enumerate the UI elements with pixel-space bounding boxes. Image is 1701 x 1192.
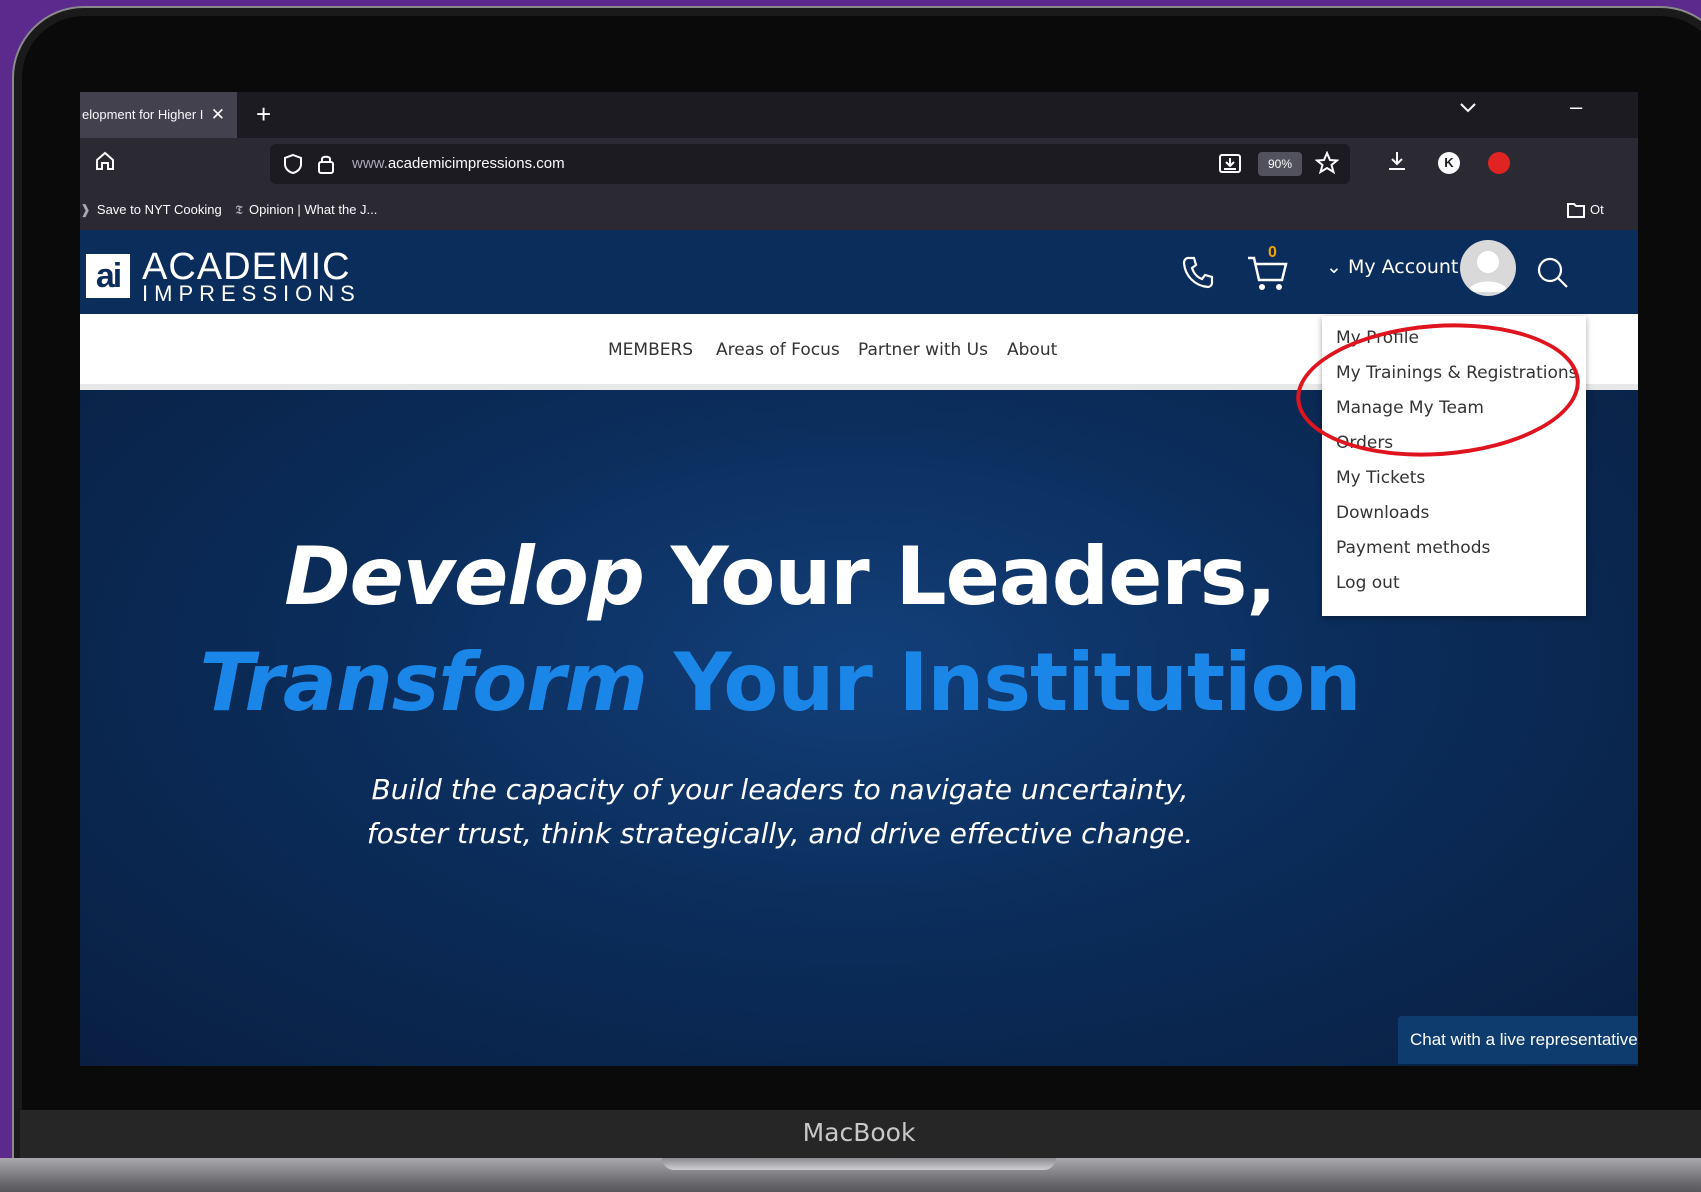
menu-item-log-out[interactable]: Log out — [1336, 573, 1400, 593]
hero-headline-1: Develop Your Leaders, — [284, 530, 1277, 623]
tab-title: elopment for Higher I — [82, 107, 204, 122]
nav-members[interactable]: MEMBERS — [608, 340, 693, 360]
extension-icon[interactable] — [1488, 152, 1510, 174]
logo-line2: IMPRESSIONS — [142, 281, 361, 306]
download-icon[interactable] — [1386, 150, 1408, 177]
bookmark-item[interactable]: 𝕿 Opinion | What the J... — [235, 190, 377, 230]
tab-close-icon[interactable]: ✕ — [211, 92, 225, 138]
screen: elopment for Higher I ✕ + – www.academic… — [80, 92, 1638, 1066]
logo[interactable]: ACADEMIC IMPRESSIONS — [142, 246, 361, 306]
new-tab-button[interactable]: + — [256, 96, 271, 132]
nav-about[interactable]: About — [1007, 340, 1057, 360]
logo-line1: ACADEMIC — [142, 246, 351, 288]
folder-icon[interactable] — [1566, 201, 1586, 224]
phone-icon[interactable] — [1180, 254, 1216, 295]
search-icon[interactable] — [1536, 256, 1570, 295]
star-icon[interactable] — [1314, 150, 1340, 180]
laptop-notch — [662, 1158, 1056, 1170]
chevron-down-icon[interactable] — [1458, 98, 1478, 119]
menu-item-downloads[interactable]: Downloads — [1336, 503, 1429, 523]
home-icon[interactable] — [94, 150, 120, 176]
profile-avatar[interactable]: K — [1438, 152, 1460, 174]
chevron-down-icon: ⌄ — [1326, 256, 1348, 278]
lock-icon[interactable] — [316, 153, 336, 180]
my-account-menu[interactable]: ⌄ My Account — [1326, 256, 1458, 278]
save-page-icon[interactable] — [1218, 152, 1242, 179]
browser-tab[interactable]: elopment for Higher I ✕ — [80, 92, 237, 138]
nav-partner-with-us[interactable]: Partner with Us — [858, 340, 988, 360]
hero-headline-2: Transform Your Institution — [199, 636, 1362, 729]
menu-item-my-tickets[interactable]: My Tickets — [1336, 468, 1425, 488]
hero-subtitle: Build the capacity of your leaders to na… — [366, 773, 1194, 850]
other-bookmarks[interactable]: Ot — [1590, 190, 1604, 230]
logo-mark[interactable]: ai — [86, 254, 130, 298]
zoom-level[interactable]: 90% — [1258, 152, 1302, 176]
device-label: MacBook — [802, 1118, 916, 1147]
tab-bar: elopment for Higher I ✕ + – — [80, 92, 1638, 138]
nav-areas-of-focus[interactable]: Areas of Focus — [716, 340, 840, 360]
site-header: ai ACADEMIC IMPRESSIONS 0 ⌄ My Account — [80, 230, 1638, 314]
user-icon[interactable] — [1460, 240, 1516, 296]
shield-icon[interactable] — [282, 153, 304, 180]
url-text[interactable]: www.academicimpressions.com — [352, 144, 565, 184]
live-chat-button[interactable]: Chat with a live representative — [1398, 1016, 1638, 1064]
menu-item-payment-methods[interactable]: Payment methods — [1336, 538, 1490, 558]
cart-count: 0 — [1268, 244, 1277, 261]
minimize-button[interactable]: – — [1570, 94, 1582, 120]
url-bar[interactable]: www.academicimpressions.com 90% — [270, 144, 1350, 184]
bookmark-item[interactable]: ❱ Save to NYT Cooking — [80, 190, 222, 230]
bookmarks-bar: ❱ Save to NYT Cooking 𝕿 Opinion | What the… — [80, 190, 1638, 230]
browser-toolbar: www.academicimpressions.com 90% K — [80, 138, 1638, 190]
